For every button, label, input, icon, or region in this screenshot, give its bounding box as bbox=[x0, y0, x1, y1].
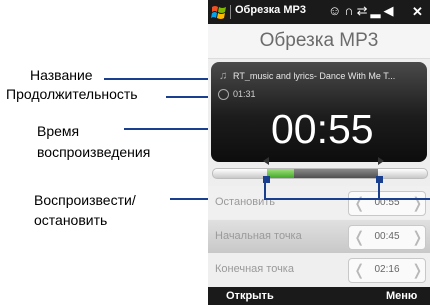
volume-icon[interactable]: ◀ bbox=[384, 3, 397, 18]
row-start-label: Начальная точка bbox=[215, 230, 302, 242]
signal-icon[interactable]: ▂ bbox=[371, 3, 384, 18]
sync-icon[interactable]: ⇄ bbox=[357, 3, 371, 18]
track-name: RT_music and lyrics- Dance With Me T... bbox=[233, 71, 396, 81]
callout-play-stop-line1: Воспроизвести/ bbox=[34, 192, 136, 208]
end-time-control[interactable]: ❬ 02:16 ❭ bbox=[348, 258, 426, 283]
music-note-icon: ♫ bbox=[219, 70, 228, 82]
end-marker-icon[interactable] bbox=[378, 157, 384, 165]
row-start-point[interactable]: Начальная точка ❬ 00:45 ❭ bbox=[208, 220, 430, 253]
increase-icon[interactable]: ❭ bbox=[411, 261, 424, 279]
callout-play-time-line1: Время bbox=[37, 123, 80, 139]
row-stop[interactable]: Остановить ❬ 00:55 ❭ bbox=[208, 186, 430, 219]
start-time-value: 00:45 bbox=[374, 231, 400, 242]
callout-start-marker-dot bbox=[263, 176, 270, 183]
menu-softkey[interactable]: Меню bbox=[386, 290, 417, 302]
increase-icon[interactable]: ❭ bbox=[411, 228, 424, 246]
decrease-icon[interactable]: ❬ bbox=[353, 194, 366, 212]
decrease-icon[interactable]: ❬ bbox=[353, 261, 366, 279]
player-panel: ♫ RT_music and lyrics- Dance With Me T..… bbox=[211, 62, 427, 162]
open-softkey[interactable]: Открыть bbox=[226, 290, 274, 302]
current-time: 00:55 bbox=[271, 106, 374, 152]
end-time-value: 02:16 bbox=[374, 264, 400, 275]
callout-duration: Продолжительность bbox=[6, 86, 138, 102]
app-title: Обрезка MP3 bbox=[259, 30, 379, 51]
windows-logo-icon[interactable] bbox=[211, 4, 227, 20]
status-bar: Обрезка MP3 ☺∩⇄▂◀ ✕ bbox=[208, 0, 430, 24]
callout-markers-hline bbox=[264, 198, 380, 200]
row-end-label: Конечная точка bbox=[215, 263, 294, 275]
status-icons: ☺∩⇄▂◀ bbox=[328, 3, 397, 19]
row-end-point[interactable]: Конечная точка ❬ 02:16 ❭ bbox=[208, 253, 430, 286]
softkey-bar: Открыть Меню bbox=[208, 287, 430, 305]
status-title: Обрезка MP3 bbox=[235, 4, 306, 16]
callout-duration-line bbox=[166, 96, 214, 98]
callout-play-stop-line2: остановить bbox=[34, 212, 108, 228]
phone-screen: Обрезка MP3 ☺∩⇄▂◀ ✕ Обрезка MP3 ♫ RT_mus… bbox=[208, 0, 430, 305]
chat-icon[interactable]: ☺ bbox=[328, 3, 344, 18]
callout-right-line bbox=[380, 198, 430, 200]
close-icon[interactable]: ✕ bbox=[412, 4, 423, 20]
trim-slider[interactable] bbox=[212, 168, 428, 179]
app-header: Обрезка MP3 bbox=[208, 24, 430, 59]
stop-time-control[interactable]: ❬ 00:55 ❭ bbox=[348, 191, 426, 216]
callout-end-marker-dot bbox=[376, 176, 383, 183]
callout-name: Название bbox=[30, 67, 93, 83]
callout-play-time-line2: воспроизведения bbox=[37, 144, 151, 160]
callout-name-line bbox=[104, 78, 214, 80]
status-separator bbox=[230, 5, 231, 19]
start-marker-icon[interactable] bbox=[263, 157, 269, 165]
playback-progress bbox=[266, 169, 295, 178]
track-duration: 01:31 bbox=[233, 89, 256, 99]
decrease-icon[interactable]: ❬ bbox=[353, 228, 366, 246]
start-time-control[interactable]: ❬ 00:45 ❭ bbox=[348, 225, 426, 250]
headset-icon[interactable]: ∩ bbox=[344, 3, 356, 18]
increase-icon[interactable]: ❭ bbox=[411, 194, 424, 212]
clock-icon bbox=[218, 89, 229, 100]
